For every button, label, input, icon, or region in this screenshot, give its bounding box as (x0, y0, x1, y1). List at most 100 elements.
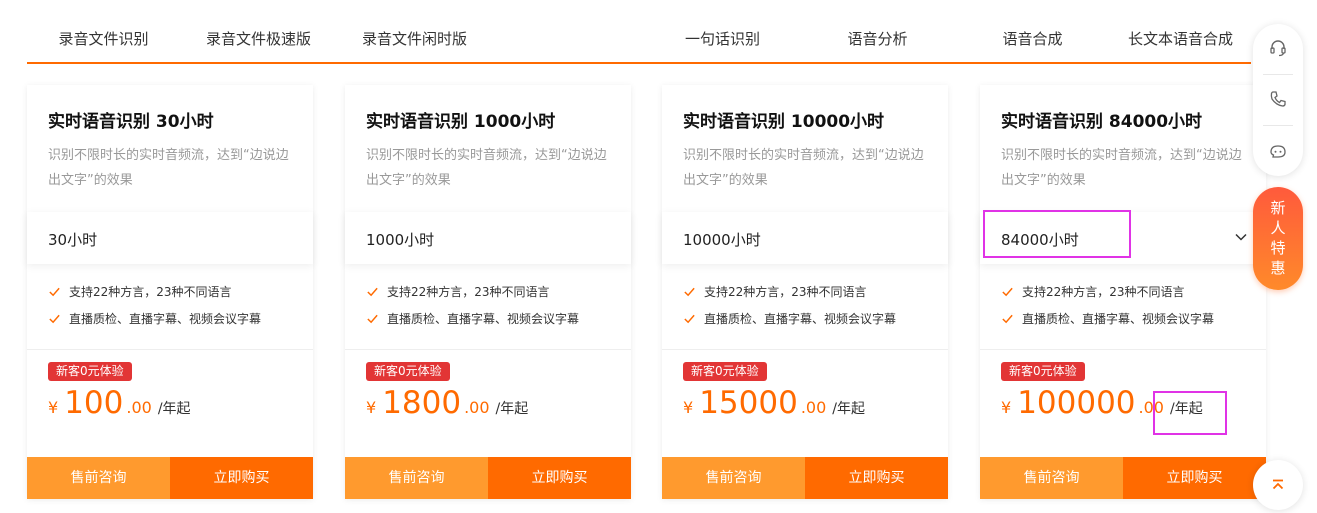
tab-label: 语音分析 (847, 30, 908, 48)
duration-select[interactable]: 30小时 (27, 212, 313, 264)
feature-item: 直播质检、直播字幕、视频会议字幕 (1001, 310, 1214, 327)
card-description: 识别不限时长的实时音频流，达到“边说边出文字”的效果 (1001, 148, 1242, 188)
tab-recording-fast[interactable]: 录音文件极速版 (180, 14, 337, 62)
new-customer-badge: 新客0元体验 (366, 362, 450, 381)
tab-label: 录音文件识别 (58, 30, 149, 48)
card-title: 实时语音识别 10000小时 (683, 112, 885, 132)
check-icon (1002, 314, 1013, 324)
tab-label: 录音文件极速版 (205, 30, 311, 48)
feature-text: 直播质检、直播字幕、视频会议字幕 (387, 312, 580, 326)
tab-label: 长文本语音合成 (1127, 30, 1233, 48)
presales-consult-button[interactable]: 售前咨询 (980, 457, 1123, 499)
price: ¥ 100 .00 /年起 (48, 385, 191, 427)
check-icon (49, 314, 60, 324)
buy-now-button[interactable]: 立即购买 (488, 457, 631, 499)
check-icon (49, 287, 60, 297)
check-icon (684, 314, 695, 324)
price-unit: /年起 (832, 401, 865, 417)
tab-label: 一句话识别 (684, 30, 760, 48)
tab-speech-analysis[interactable]: 语音分析 (800, 14, 955, 62)
price-cents: .00 (464, 398, 490, 417)
card-description: 识别不限时长的实时音频流，达到“边说边出文字”的效果 (366, 148, 607, 188)
presales-consult-button[interactable]: 售前咨询 (345, 457, 488, 499)
side-divider (1263, 74, 1293, 75)
feature-text: 直播质检、直播字幕、视频会议字幕 (1022, 312, 1215, 326)
selected-duration: 10000小时 (683, 231, 761, 249)
pricing-card-30h: 实时语音识别 30小时 识别不限时长的实时音频流，达到“边说边出文字”的效果 3… (27, 85, 313, 499)
tab-recording-file[interactable]: 录音文件识别 (27, 14, 180, 62)
promo-label: 新人特惠 (1270, 199, 1286, 277)
chevron-up-icon (1272, 479, 1284, 490)
price-unit: /年起 (157, 401, 191, 417)
feature-item: 直播质检、直播字幕、视频会议字幕 (683, 310, 896, 327)
card-title: 实时语音识别 1000小时 (366, 112, 556, 132)
card-title: 实时语音识别 30小时 (48, 112, 214, 132)
price-currency: ¥ (48, 398, 59, 417)
highlight-box-duration (983, 210, 1131, 258)
price-currency: ¥ (683, 398, 694, 417)
phone-icon[interactable] (1268, 89, 1288, 109)
tab-label: 实时语音识别 (523, 30, 614, 48)
feature-text: 支持22种方言，23种不同语言 (387, 285, 550, 299)
tab-label: 语音合成 (1002, 30, 1063, 48)
tab-label: 录音文件闲时版 (361, 30, 467, 48)
tab-realtime-asr[interactable]: 实时语音识别 (492, 14, 645, 62)
highlight-box-unit (1153, 391, 1227, 435)
headset-icon[interactable] (1268, 38, 1288, 58)
check-icon (684, 287, 695, 297)
buy-now-button[interactable]: 立即购买 (1123, 457, 1266, 499)
duration-select[interactable]: 10000小时 (662, 212, 948, 264)
feature-item: 直播质检、直播字幕、视频会议字幕 (48, 310, 261, 327)
price-currency: ¥ (366, 398, 377, 417)
check-icon (1002, 287, 1013, 297)
feature-item: 直播质检、直播字幕、视频会议字幕 (366, 310, 579, 327)
new-user-promo-button[interactable]: 新人特惠 (1253, 187, 1303, 290)
card-description: 识别不限时长的实时音频流，达到“边说边出文字”的效果 (683, 148, 924, 188)
price-amount: 100000 (1017, 385, 1136, 421)
selected-duration: 1000小时 (366, 231, 435, 249)
chat-bot-icon[interactable] (1268, 141, 1288, 161)
price: ¥ 1800 .00 /年起 (366, 385, 528, 427)
buy-now-button[interactable]: 立即购买 (805, 457, 948, 499)
presales-consult-button[interactable]: 售前咨询 (27, 457, 170, 499)
duration-select[interactable]: 1000小时 (345, 212, 631, 264)
price-amount: 1800 (382, 385, 462, 421)
price-cents: .00 (126, 398, 152, 417)
price: ¥ 15000 .00 /年起 (683, 385, 865, 427)
new-customer-badge: 新客0元体验 (1001, 362, 1085, 381)
product-tabs: 录音文件识别 录音文件极速版 录音文件闲时版 实时语音识别 一句话识别 语音分析… (27, 14, 1251, 64)
feature-item: 支持22种方言，23种不同语言 (366, 283, 550, 300)
divider (980, 349, 1266, 350)
feature-text: 直播质检、直播字幕、视频会议字幕 (704, 312, 897, 326)
divider (662, 349, 948, 350)
price-amount: 15000 (699, 385, 798, 421)
card-description: 识别不限时长的实时音频流，达到“边说边出文字”的效果 (48, 148, 289, 188)
presales-consult-button[interactable]: 售前咨询 (662, 457, 805, 499)
feature-text: 直播质检、直播字幕、视频会议字幕 (69, 312, 262, 326)
side-contact-panel (1253, 24, 1303, 176)
feature-text: 支持22种方言，23种不同语言 (69, 285, 232, 299)
back-to-top-button[interactable] (1253, 460, 1303, 510)
pricing-card-10000h: 实时语音识别 10000小时 识别不限时长的实时音频流，达到“边说边出文字”的效… (662, 85, 948, 499)
price-currency: ¥ (1001, 398, 1012, 417)
check-icon (367, 287, 378, 297)
tab-long-text-tts[interactable]: 长文本语音合成 (1110, 14, 1251, 62)
tab-sentence-asr[interactable]: 一句话识别 (645, 14, 800, 62)
tab-tts[interactable]: 语音合成 (955, 14, 1110, 62)
divider (27, 349, 313, 350)
feature-item: 支持22种方言，23种不同语言 (1001, 283, 1185, 300)
card-title: 实时语音识别 84000小时 (1001, 112, 1203, 132)
price-cents: .00 (800, 398, 827, 417)
price-amount: 100 (64, 385, 124, 421)
chevron-down-icon (1235, 233, 1247, 241)
divider (345, 349, 631, 350)
feature-text: 支持22种方言，23种不同语言 (1022, 285, 1185, 299)
price-unit: /年起 (495, 401, 529, 417)
new-customer-badge: 新客0元体验 (683, 362, 767, 381)
buy-now-button[interactable]: 立即购买 (170, 457, 313, 499)
pricing-card-84000h: 实时语音识别 84000小时 识别不限时长的实时音频流，达到“边说边出文字”的效… (980, 85, 1266, 499)
feature-item: 支持22种方言，23种不同语言 (683, 283, 867, 300)
feature-text: 支持22种方言，23种不同语言 (704, 285, 867, 299)
tab-recording-idle[interactable]: 录音文件闲时版 (337, 14, 492, 62)
feature-item: 支持22种方言，23种不同语言 (48, 283, 232, 300)
